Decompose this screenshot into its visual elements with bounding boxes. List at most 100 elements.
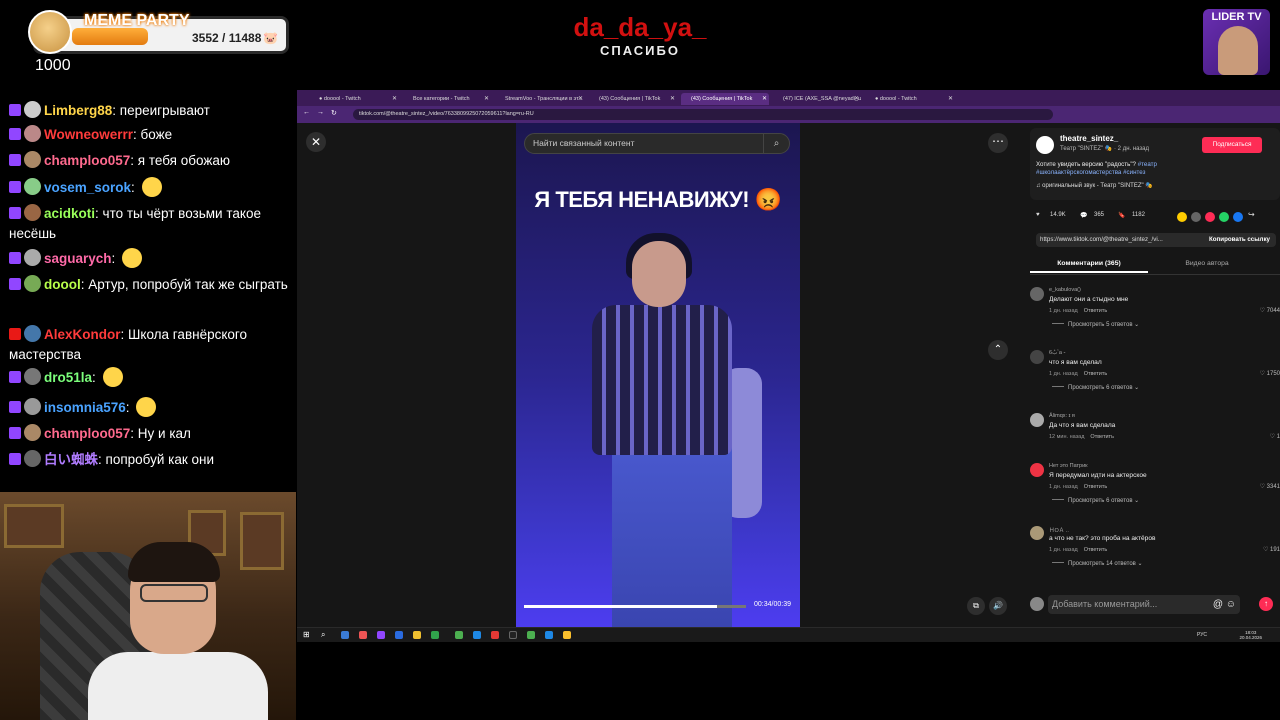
comment-likes[interactable]: ♡ 191 bbox=[1263, 546, 1280, 553]
chat-username[interactable]: saguarych bbox=[44, 251, 112, 266]
heart-icon[interactable]: ♥ bbox=[1036, 212, 1040, 218]
copy-link-button[interactable]: Копировать ссылку bbox=[1209, 233, 1270, 247]
back-icon[interactable]: ← bbox=[303, 109, 310, 116]
comment-avatar[interactable] bbox=[1030, 350, 1044, 364]
share-arrow-icon[interactable]: ↪ bbox=[1248, 210, 1255, 219]
author-name[interactable]: theatre_sintez_ bbox=[1060, 134, 1118, 143]
comment-likes[interactable]: ♡ 3341 bbox=[1260, 483, 1280, 490]
close-tab-icon[interactable]: ✕ bbox=[670, 93, 675, 105]
sound-label[interactable]: ♫ оригинальный звук - Театр "SINTEZ" 🎭 bbox=[1036, 182, 1153, 189]
browser-tab[interactable]: (47) ICE (AXE_SSA @neyadi_ш... ✕ bbox=[773, 93, 861, 105]
app-icon[interactable] bbox=[395, 631, 403, 639]
comment-username[interactable]: Нет это Патрик bbox=[1049, 463, 1088, 469]
browser-tab[interactable]: (43) Сообщения | TikTok ✕ bbox=[589, 93, 677, 105]
more-options-button[interactable]: ⋯ bbox=[988, 133, 1008, 153]
app-icon[interactable] bbox=[491, 631, 499, 639]
comment-username[interactable]: ٴبُ6a ֊ bbox=[1049, 350, 1065, 356]
reload-icon[interactable]: ↻ bbox=[331, 109, 337, 117]
mention-emoji-icons[interactable]: @ ☺ bbox=[1213, 595, 1236, 614]
view-replies-button[interactable]: Просмотреть 5 ответов ⌄ bbox=[1052, 321, 1139, 328]
app-icon[interactable] bbox=[473, 631, 481, 639]
comment-avatar[interactable] bbox=[1030, 463, 1044, 477]
close-tab-icon[interactable]: ✕ bbox=[948, 93, 953, 105]
close-tab-icon[interactable]: ✕ bbox=[854, 93, 859, 105]
volume-button[interactable]: 🔊 bbox=[989, 597, 1007, 615]
terminal-icon[interactable] bbox=[509, 631, 517, 639]
captions-button[interactable]: ⧉ bbox=[967, 597, 985, 615]
chat-username[interactable]: champloo057 bbox=[44, 426, 130, 441]
close-tab-icon[interactable]: ✕ bbox=[484, 93, 489, 105]
reply-button[interactable]: Ответить bbox=[1084, 547, 1108, 553]
comment-likes[interactable]: ♡ 1 bbox=[1270, 433, 1280, 440]
chat-username[interactable]: dro51la bbox=[44, 370, 92, 385]
app-icon[interactable] bbox=[359, 631, 367, 639]
chat-username[interactable]: acidkoti bbox=[44, 206, 95, 221]
add-comment-input[interactable]: Добавить комментарий... @ ☺ bbox=[1048, 595, 1240, 614]
comment-avatar[interactable] bbox=[1030, 413, 1044, 427]
chat-username[interactable]: 白い蜘蛛 bbox=[44, 452, 98, 467]
comment-avatar[interactable] bbox=[1030, 287, 1044, 301]
system-clock[interactable]: 18:03 20.04.2026 bbox=[1239, 630, 1262, 640]
lang-indicator[interactable]: РУС bbox=[1197, 632, 1207, 638]
app-icon[interactable] bbox=[431, 631, 439, 639]
app-icon[interactable] bbox=[377, 631, 385, 639]
reply-button[interactable]: Ответить bbox=[1084, 484, 1108, 490]
browser-tab[interactable]: (43) Сообщения | TikTok ✕ bbox=[681, 93, 769, 105]
forward-icon[interactable]: → bbox=[317, 109, 324, 116]
close-tab-icon[interactable]: ✕ bbox=[392, 93, 397, 105]
browser-tab[interactable]: StreamVoo - Трансляции в эт... ✕ bbox=[495, 93, 585, 105]
follow-button[interactable]: Подписаться bbox=[1202, 137, 1262, 153]
chat-username[interactable]: Limberg88 bbox=[44, 103, 112, 118]
close-tab-icon[interactable]: ✕ bbox=[762, 93, 767, 105]
chat-username[interactable]: insomnia576 bbox=[44, 400, 126, 415]
app-icon[interactable] bbox=[341, 631, 349, 639]
video-player[interactable]: Я ТЕБЯ НЕНАВИЖУ! 😡 00:34/00:39 bbox=[516, 123, 800, 627]
app-icon[interactable] bbox=[545, 631, 553, 639]
bookmark-icon[interactable]: 🔖 bbox=[1118, 212, 1125, 219]
reply-button[interactable]: Ответить bbox=[1084, 308, 1108, 314]
send-comment-button[interactable]: ↑ bbox=[1259, 597, 1273, 611]
windows-start-icon[interactable]: ⊞ bbox=[303, 630, 310, 639]
browser-tab[interactable]: ● dooool - Twitch ✕ bbox=[309, 93, 399, 105]
app-icon[interactable] bbox=[563, 631, 571, 639]
chat-username[interactable]: doool bbox=[44, 277, 81, 292]
tab-author-videos[interactable]: Видео автора bbox=[1148, 260, 1266, 267]
search-icon[interactable]: ⌕ bbox=[763, 134, 789, 153]
share-send-icon[interactable] bbox=[1205, 212, 1215, 222]
embed-icon[interactable] bbox=[1191, 212, 1201, 222]
comment-username[interactable]: ＨОＡ .. bbox=[1049, 526, 1069, 534]
previous-video-button[interactable]: ⌃ bbox=[988, 340, 1008, 360]
share-link-field[interactable]: https://www.tiktok.com/@theatre_sintez_/… bbox=[1036, 233, 1276, 247]
chat-username[interactable]: AlexKondor bbox=[44, 327, 121, 342]
video-progress-bar[interactable] bbox=[524, 605, 746, 608]
app-icon[interactable] bbox=[527, 631, 535, 639]
search-icon[interactable]: ⌕ bbox=[321, 630, 325, 640]
chat-username[interactable]: Wowneowerrr bbox=[44, 127, 133, 142]
view-replies-button[interactable]: Просмотреть 14 ответов ⌄ bbox=[1052, 560, 1143, 567]
comment-username[interactable]: Älimqx: ɪ ʀ bbox=[1049, 413, 1075, 419]
close-button[interactable]: ✕ bbox=[306, 132, 326, 152]
reply-button[interactable]: Ответить bbox=[1084, 371, 1108, 377]
folder-icon[interactable] bbox=[413, 631, 421, 639]
facebook-icon[interactable] bbox=[1233, 212, 1243, 222]
chat-username[interactable]: vosem_sorok bbox=[44, 180, 131, 195]
view-replies-button[interactable]: Просмотреть 6 ответов ⌄ bbox=[1052, 497, 1139, 504]
comment-icon[interactable]: 💬 bbox=[1080, 212, 1087, 219]
close-tab-icon[interactable]: ✕ bbox=[578, 93, 583, 105]
related-search-input[interactable]: Найти связанный контент ⌕ bbox=[524, 133, 790, 154]
whatsapp-icon[interactable] bbox=[1219, 212, 1229, 222]
comment-likes[interactable]: ♡ 1750 bbox=[1260, 370, 1280, 377]
tab-comments[interactable]: Комментарии (365) bbox=[1030, 260, 1148, 273]
share-emoji-icon[interactable] bbox=[1177, 212, 1187, 222]
comment-username[interactable]: e_kabulova() bbox=[1049, 287, 1081, 293]
browser-tab[interactable]: Все категории - Twitch ✕ bbox=[403, 93, 491, 105]
view-replies-button[interactable]: Просмотреть 6 ответов ⌄ bbox=[1052, 384, 1139, 391]
author-avatar[interactable] bbox=[1036, 136, 1054, 154]
comment-likes[interactable]: ♡ 7044 bbox=[1260, 307, 1280, 314]
reply-button[interactable]: Ответить bbox=[1090, 434, 1114, 440]
chrome-icon[interactable] bbox=[455, 631, 463, 639]
browser-tab[interactable]: ● dooool - Twitch ✕ bbox=[865, 93, 955, 105]
comment-avatar[interactable] bbox=[1030, 526, 1044, 540]
chat-username[interactable]: champloo057 bbox=[44, 153, 130, 168]
url-field[interactable]: tiktok.com/@theatre_sintez_/video/763380… bbox=[353, 109, 1053, 120]
